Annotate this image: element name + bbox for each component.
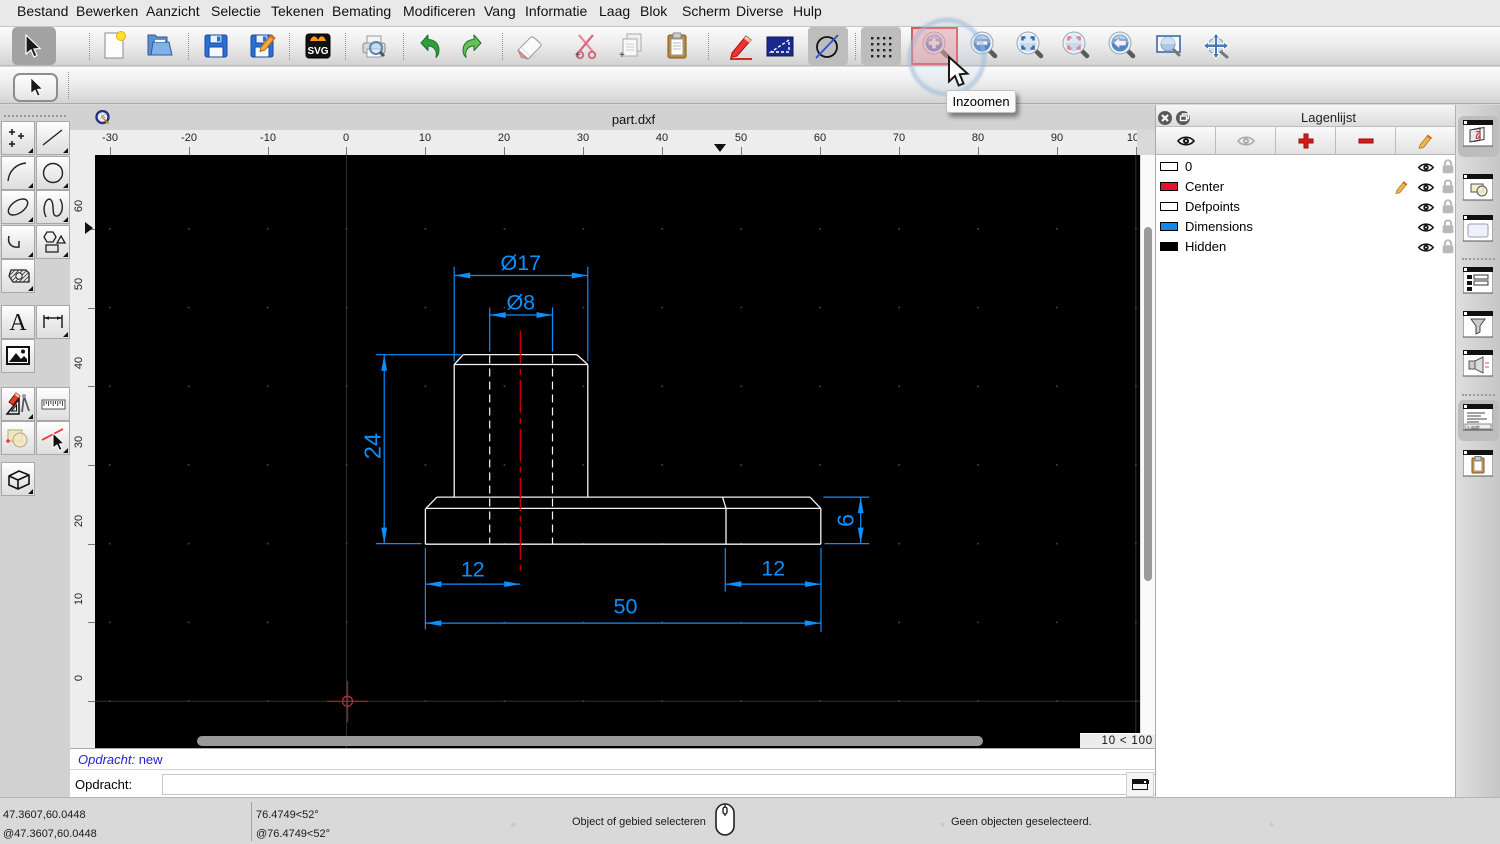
svg-text:50: 50 [614,595,638,619]
svg-text:+: + [575,50,581,61]
svg-text:12: 12 [461,558,485,582]
svg-text:12: 12 [761,557,785,581]
svg-text:SVG: SVG [307,46,328,57]
svg-text:A: A [9,310,27,336]
svg-text:Ø8: Ø8 [506,291,535,315]
svg-text:> opdr: > opdr [1467,425,1480,430]
svg-text:+: + [619,50,625,61]
svg-text:Ø17: Ø17 [500,251,541,275]
svg-text:6: 6 [833,514,859,527]
svg-text:24: 24 [360,433,386,459]
